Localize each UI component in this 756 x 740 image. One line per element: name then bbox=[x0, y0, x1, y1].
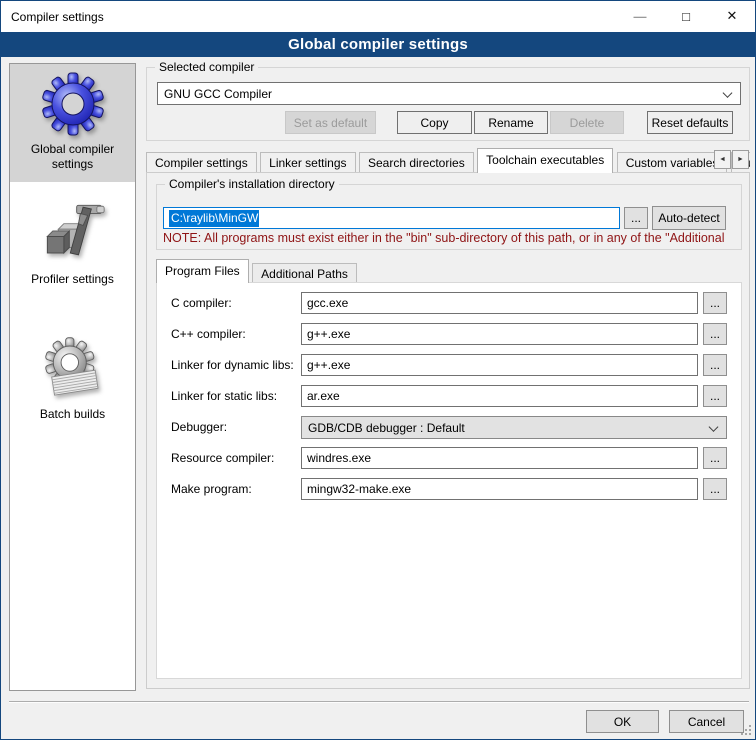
rename-button[interactable]: Rename bbox=[474, 111, 548, 134]
dynamic-linker-value: g++.exe bbox=[307, 358, 350, 372]
static-linker-label: Linker for static libs: bbox=[171, 389, 277, 403]
cpp-compiler-input[interactable]: g++.exe bbox=[301, 323, 698, 345]
static-linker-value: ar.exe bbox=[307, 389, 340, 403]
static-linker-browse-button[interactable]: ... bbox=[703, 385, 727, 407]
cpp-compiler-browse-button[interactable]: ... bbox=[703, 323, 727, 345]
make-program-browse-button[interactable]: ... bbox=[703, 478, 727, 500]
c-compiler-label: C compiler: bbox=[171, 296, 232, 310]
install-dir-browse-button[interactable]: ... bbox=[624, 207, 648, 229]
blue-gear-icon bbox=[41, 72, 105, 136]
cpp-compiler-label: C++ compiler: bbox=[171, 327, 246, 341]
install-dir-group: Compiler's installation directory C:\ray… bbox=[156, 184, 742, 250]
dynamic-linker-browse-button[interactable]: ... bbox=[703, 354, 727, 376]
sidebar-item-label: Global compiler settings bbox=[14, 142, 131, 172]
make-program-value: mingw32-make.exe bbox=[307, 482, 411, 496]
selected-compiler-group: Selected compiler GNU GCC Compiler Set a… bbox=[146, 67, 750, 141]
chevron-down-icon bbox=[723, 88, 733, 98]
sidebar-item-global-compiler-settings[interactable]: Global compiler settings bbox=[10, 64, 135, 182]
sidebar-item-batch-builds[interactable]: Batch builds bbox=[10, 327, 135, 432]
batch-builds-icon bbox=[40, 335, 106, 401]
sidebar-item-label: Profiler settings bbox=[14, 272, 131, 287]
tab-toolchain-executables[interactable]: Toolchain executables bbox=[477, 148, 613, 173]
main-tab-strip: Compiler settings Linker settings Search… bbox=[146, 148, 750, 173]
auto-detect-button[interactable]: Auto-detect bbox=[652, 206, 726, 230]
selected-compiler-legend: Selected compiler bbox=[155, 60, 258, 74]
resource-compiler-value: windres.exe bbox=[307, 451, 371, 465]
minimize-button[interactable]: — bbox=[617, 1, 663, 31]
copy-button[interactable]: Copy bbox=[397, 111, 472, 134]
page-title: Global compiler settings bbox=[288, 36, 468, 53]
program-files-panel: C compiler: gcc.exe ... C++ compiler: g+… bbox=[156, 282, 742, 679]
c-compiler-input[interactable]: gcc.exe bbox=[301, 292, 698, 314]
debugger-label: Debugger: bbox=[171, 420, 227, 434]
compiler-select-value: GNU GCC Compiler bbox=[164, 87, 272, 101]
window-title: Compiler settings bbox=[1, 10, 104, 24]
debugger-select[interactable]: GDB/CDB debugger : Default bbox=[301, 416, 727, 439]
compiler-settings-dialog: Compiler settings — □ ✕ Global compiler … bbox=[0, 0, 756, 740]
set-as-default-button[interactable]: Set as default bbox=[285, 111, 376, 134]
toolchain-tab-panel: Compiler's installation directory C:\ray… bbox=[146, 172, 750, 689]
install-dir-note: NOTE: All programs must exist either in … bbox=[163, 231, 739, 245]
chevron-down-icon bbox=[709, 422, 719, 432]
maximize-button[interactable]: □ bbox=[663, 1, 709, 31]
tab-custom-variables[interactable]: Custom variables bbox=[617, 152, 728, 173]
tab-search-directories[interactable]: Search directories bbox=[359, 152, 474, 173]
c-compiler-browse-button[interactable]: ... bbox=[703, 292, 727, 314]
sidebar-item-profiler-settings[interactable]: Profiler settings bbox=[10, 188, 135, 297]
debugger-value: GDB/CDB debugger : Default bbox=[308, 421, 465, 435]
title-bar: Compiler settings — □ ✕ bbox=[1, 1, 755, 32]
compiler-select[interactable]: GNU GCC Compiler bbox=[157, 82, 741, 105]
tab-linker-settings[interactable]: Linker settings bbox=[260, 152, 355, 173]
tab-scroll-right-button[interactable]: ► bbox=[732, 150, 749, 169]
dynamic-linker-input[interactable]: g++.exe bbox=[301, 354, 698, 376]
resource-compiler-browse-button[interactable]: ... bbox=[703, 447, 727, 469]
subtab-additional-paths[interactable]: Additional Paths bbox=[252, 263, 357, 283]
footer-separator bbox=[9, 701, 749, 703]
c-compiler-value: gcc.exe bbox=[307, 296, 348, 310]
dialog-header: Global compiler settings bbox=[1, 32, 755, 57]
sub-tab-strip: Program Files Additional Paths bbox=[156, 259, 742, 283]
resource-compiler-label: Resource compiler: bbox=[171, 451, 274, 465]
caliper-icon bbox=[40, 196, 106, 266]
sidebar-item-label: Batch builds bbox=[14, 407, 131, 422]
static-linker-input[interactable]: ar.exe bbox=[301, 385, 698, 407]
subtab-program-files[interactable]: Program Files bbox=[156, 259, 249, 283]
make-program-label: Make program: bbox=[171, 482, 252, 496]
reset-defaults-button[interactable]: Reset defaults bbox=[647, 111, 733, 134]
close-button[interactable]: ✕ bbox=[709, 1, 755, 31]
cpp-compiler-value: g++.exe bbox=[307, 327, 350, 341]
install-dir-value: C:\raylib\MinGW bbox=[169, 210, 259, 227]
settings-sidebar: Global compiler settings Profiler settin… bbox=[9, 63, 136, 691]
tab-compiler-settings[interactable]: Compiler settings bbox=[146, 152, 257, 173]
ok-button[interactable]: OK bbox=[586, 710, 659, 733]
delete-button[interactable]: Delete bbox=[550, 111, 624, 134]
dynamic-linker-label: Linker for dynamic libs: bbox=[171, 358, 294, 372]
install-dir-legend: Compiler's installation directory bbox=[165, 177, 339, 191]
make-program-input[interactable]: mingw32-make.exe bbox=[301, 478, 698, 500]
tab-scroll-left-button[interactable]: ◄ bbox=[714, 150, 731, 169]
resource-compiler-input[interactable]: windres.exe bbox=[301, 447, 698, 469]
install-dir-input[interactable]: C:\raylib\MinGW bbox=[163, 207, 620, 229]
resize-grip[interactable] bbox=[741, 725, 752, 736]
cancel-button[interactable]: Cancel bbox=[669, 710, 744, 733]
